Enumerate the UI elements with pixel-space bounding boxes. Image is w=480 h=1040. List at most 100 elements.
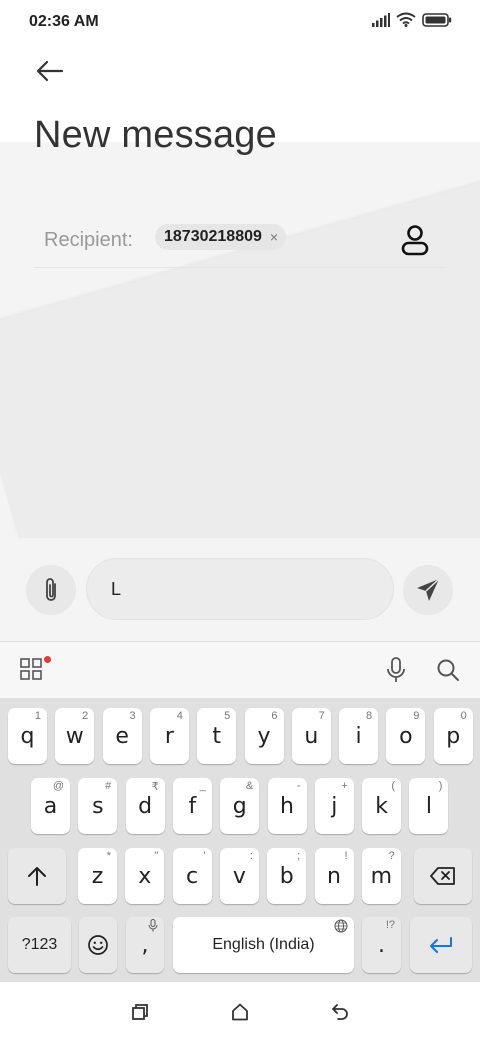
key-n[interactable]: ! n [314,848,354,904]
comma-key-label: , [141,932,149,958]
backspace-icon [430,867,455,885]
comma-key[interactable]: , [126,917,164,973]
key-hint: + [341,780,348,792]
key-r[interactable]: 4r [149,708,189,764]
send-icon [417,578,440,601]
compose-bar [0,538,480,642]
emoji-icon [88,935,108,955]
recents-icon [132,1004,148,1020]
key-z[interactable]: * z [78,848,117,904]
space-key-label: English (India) [212,936,315,953]
key-y[interactable]: 6y [244,708,284,764]
period-key-label: . [378,932,385,958]
key-label: w [65,723,84,749]
key-o[interactable]: 9o [386,708,426,764]
message-input[interactable] [86,558,394,620]
key-u[interactable]: 7u [291,708,331,764]
key-hint: ? [388,850,395,862]
key-label: k [375,793,388,819]
key-x[interactable]: " x [125,848,165,904]
key-c[interactable]: ' c [172,848,212,904]
key-q[interactable]: 1q [8,708,47,764]
globe-icon [334,919,348,933]
key-label: q [20,723,35,749]
key-j[interactable]: + j [314,778,354,834]
remove-recipient-icon[interactable]: × [270,230,278,244]
recipient-chip[interactable]: 18730218809 × [155,224,287,250]
keyboard-search-button[interactable] [436,658,460,687]
key-i[interactable]: 8i [339,708,379,764]
key-label: s [92,793,104,819]
enter-key[interactable] [410,917,472,973]
key-hint: 6 [271,710,278,722]
key-hint: ' [203,850,206,862]
attach-button[interactable] [26,565,76,615]
back-button[interactable] [30,54,70,88]
key-v[interactable]: :v [219,848,259,904]
key-l[interactable]: ) l [409,778,449,834]
notification-dot [44,656,51,663]
key-hint: 8 [365,710,373,722]
key-hint: & [245,780,254,792]
key-label: h [280,793,294,819]
keyboard-menu-button[interactable] [20,658,42,685]
paperclip-icon [46,578,56,601]
contact-person-icon [401,225,429,256]
key-label: b [279,863,294,889]
voice-input-button[interactable] [385,657,407,688]
back-nav-icon [332,1004,348,1020]
recents-button[interactable] [130,1002,150,1022]
send-button[interactable] [403,565,453,615]
key-d[interactable]: ₹ d [125,778,165,834]
key-label: x [138,863,152,889]
key-label: n [327,863,341,889]
key-label: o [399,723,413,749]
system-nav-bar [0,982,480,1040]
key-t[interactable]: 5t [197,708,237,764]
key-hint: 2 [82,710,89,722]
key-label: v [232,863,246,889]
key-m[interactable]: ? m [361,848,401,904]
back-arrow-icon [36,60,64,82]
keyboard: 1q2w3e4r5t6y7u8i9o0p @ a # s ₹ d _ f & g - h + j(k) l … [0,698,480,982]
key-label: p [446,723,461,749]
key-s[interactable]: # s [78,778,118,834]
key-label: f [188,793,197,819]
key-h[interactable]: -h [267,778,307,834]
space-key[interactable]: English (India) [173,917,354,973]
keyboard-toolbar [0,642,480,698]
recipient-chip-number: 18730218809 [164,228,262,245]
key-w[interactable]: 2w [55,708,95,764]
home-button[interactable] [230,1002,250,1022]
period-key[interactable]: !? . [362,917,401,973]
key-label: l [425,793,432,819]
key-a[interactable]: @ a [31,778,70,834]
key-k[interactable]: (k [362,778,402,834]
search-icon [437,659,459,681]
key-e[interactable]: 3e [102,708,142,764]
key-label: g [232,793,247,819]
key-hint: - [296,780,301,792]
back-nav-button[interactable] [330,1002,350,1022]
emoji-key[interactable] [79,917,117,973]
status-icons [372,12,452,27]
key-hint: ; [297,850,301,862]
key-hint: _ [199,780,206,792]
backspace-key[interactable] [414,848,472,904]
symbols-key[interactable]: ?123 [8,917,71,973]
wifi-icon [396,12,416,27]
period-key-hint: !? [385,919,395,931]
key-b[interactable]: ; b [267,848,307,904]
recipient-row[interactable]: Recipient: 18730218809 × [34,210,446,268]
key-label: e [115,723,129,749]
home-icon [232,1003,248,1021]
contacts-button[interactable] [398,224,432,256]
key-f[interactable]: _ f [172,778,212,834]
key-p[interactable]: 0p [433,708,473,764]
recipient-label: Recipient: [44,229,133,251]
shift-key[interactable] [8,848,66,904]
key-label: y [257,723,271,749]
signal-icon [372,12,390,27]
grid-icon [20,658,42,680]
key-g[interactable]: & g [220,778,260,834]
